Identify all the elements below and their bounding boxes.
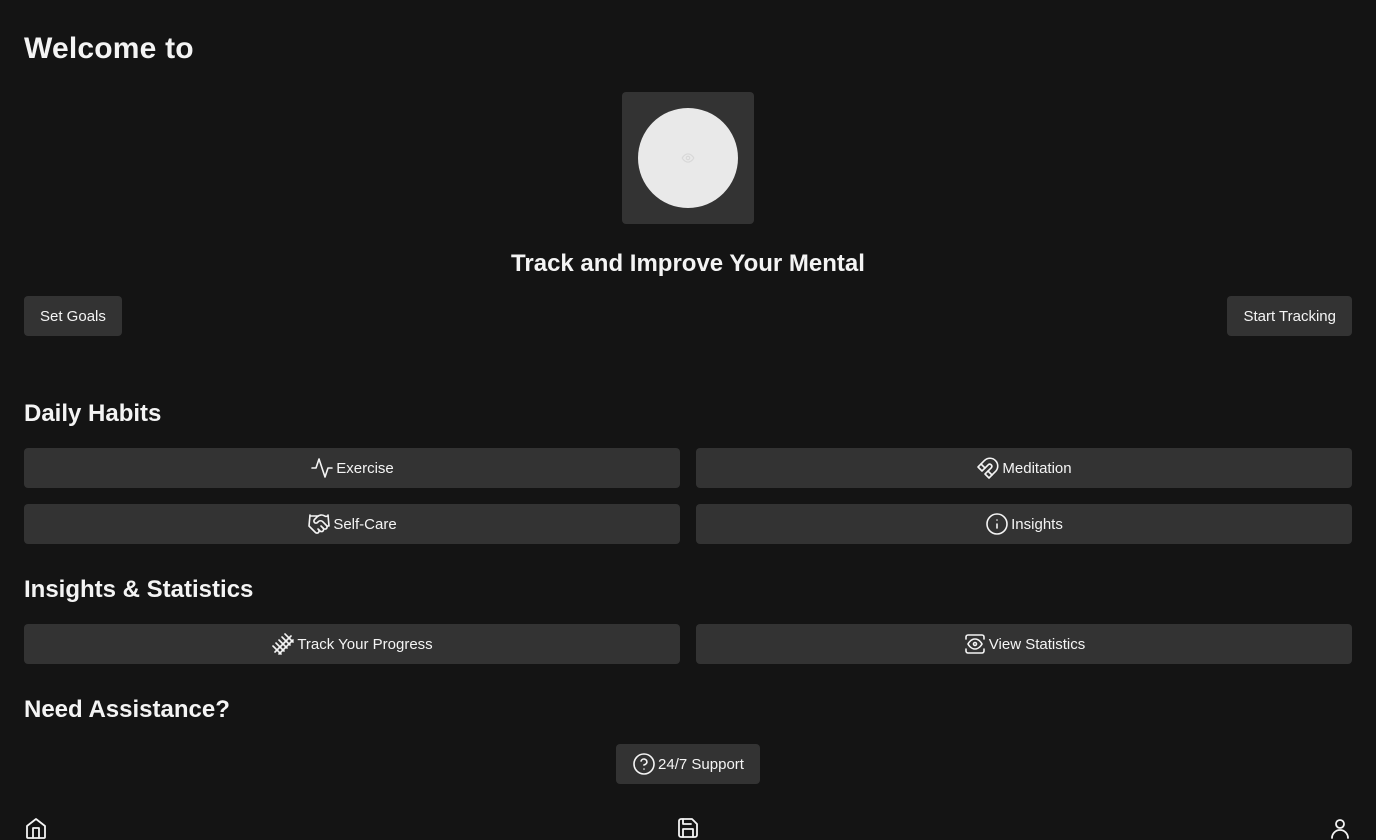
self-care-label: Self-Care [333, 515, 397, 533]
eye-icon [681, 153, 695, 163]
view-icon [964, 634, 985, 654]
info-icon [986, 513, 1008, 535]
hero-image [622, 92, 754, 224]
view-statistics-button[interactable]: View Statistics [696, 624, 1352, 664]
magnet-icon [977, 457, 999, 479]
section-title-insights: Insights & Statistics [24, 576, 254, 603]
insights-label: Insights [1011, 515, 1063, 533]
meditation-label: Meditation [1002, 459, 1072, 477]
activity-icon [311, 458, 334, 478]
tagline: Track and Improve Your Mental [511, 250, 865, 277]
track-progress-label: Track Your Progress [297, 635, 433, 653]
app-root: Welcome to Track and Improve Your Mental… [0, 0, 1376, 840]
hero-circle [638, 108, 738, 208]
start-tracking-button[interactable]: Start Tracking [1227, 296, 1352, 336]
insights-button[interactable]: Insights [696, 504, 1352, 544]
exercise-button[interactable]: Exercise [24, 448, 680, 488]
view-statistics-label: View Statistics [988, 635, 1086, 653]
meditation-button[interactable]: Meditation [696, 448, 1352, 488]
save-icon[interactable] [676, 816, 700, 840]
support-button[interactable]: 24/7 Support [616, 744, 760, 784]
page-title: Welcome to [24, 32, 194, 65]
track-progress-button[interactable]: Track Your Progress [24, 624, 680, 664]
home-icon[interactable] [24, 816, 48, 840]
exercise-label: Exercise [336, 459, 394, 477]
section-title-assistance: Need Assistance? [24, 696, 230, 723]
set-goals-button[interactable]: Set Goals [24, 296, 122, 336]
user-icon[interactable] [1328, 816, 1352, 840]
support-label: 24/7 Support [658, 755, 744, 773]
handshake-icon [308, 514, 331, 534]
self-care-button[interactable]: Self-Care [24, 504, 680, 544]
section-title-daily-habits: Daily Habits [24, 400, 162, 427]
help-circle-icon [633, 753, 655, 775]
railway-track-icon [272, 633, 295, 655]
